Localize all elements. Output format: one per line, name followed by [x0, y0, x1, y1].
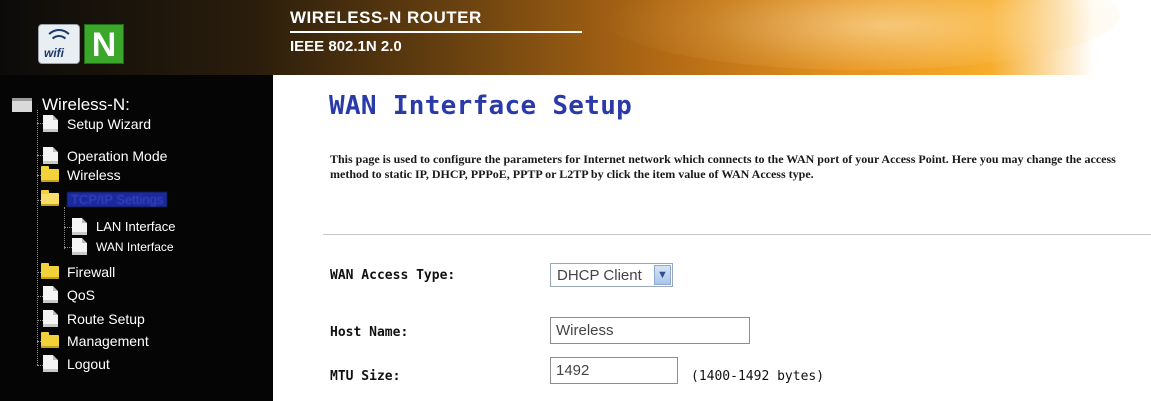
logo-letter-n: N	[84, 24, 124, 64]
sidebar-item-label: Route Setup	[67, 310, 145, 327]
folder-open-icon	[41, 190, 59, 206]
sidebar-item-label: Operation Mode	[67, 147, 168, 164]
sidebar-root-label: Wireless-N:	[42, 95, 130, 114]
sidebar-item-wireless[interactable]: Wireless	[41, 165, 121, 183]
wan-access-type-label: WAN Access Type:	[330, 268, 456, 283]
folder-icon	[41, 331, 59, 348]
section-divider	[323, 234, 1151, 235]
sidebar-item-label: Wireless	[67, 167, 121, 183]
page-description: This page is used to configure the param…	[330, 152, 1116, 181]
wifi-logo-icon: wifi	[38, 24, 80, 64]
sidebar-item-label: TCP/IP Settings	[67, 192, 168, 207]
folder-icon	[41, 165, 59, 182]
main-content: WAN Interface Setup This page is used to…	[273, 75, 1151, 401]
sidebar-item-label: Logout	[67, 355, 110, 372]
sidebar-item-wan-interface[interactable]: WAN Interface	[72, 238, 174, 255]
sidebar-item-setup-wizard[interactable]: Setup Wizard	[43, 115, 151, 132]
sidebar-item-tcpip-settings[interactable]: TCP/IP Settings	[41, 190, 168, 207]
mtu-size-hint: (1400-1492 bytes)	[691, 369, 825, 384]
router-icon	[12, 98, 32, 112]
sidebar-root-wireless-n[interactable]: Wireless-N:	[12, 95, 130, 115]
document-icon	[72, 218, 87, 235]
document-icon	[43, 286, 58, 303]
sidebar-item-logout[interactable]: Logout	[43, 355, 110, 372]
sidebar-nav: Wireless-N: Setup Wizard Operation Mode …	[0, 75, 273, 401]
product-standard: IEEE 802.1N 2.0	[290, 38, 402, 55]
wan-access-type-value: DHCP Client	[557, 266, 642, 284]
product-name: WIRELESS-N ROUTER	[290, 8, 482, 27]
sidebar-item-label: WAN Interface	[96, 239, 174, 254]
header-banner: WIRELESS-N ROUTER IEEE 802.1N 2.0	[0, 0, 1151, 75]
sidebar-item-operation-mode[interactable]: Operation Mode	[43, 147, 167, 164]
mtu-size-label: MTU Size:	[330, 369, 401, 384]
banner-divider	[290, 31, 582, 33]
sidebar-item-route-setup[interactable]: Route Setup	[43, 310, 145, 327]
document-icon	[72, 238, 87, 255]
host-name-field[interactable]	[550, 317, 750, 344]
banner-swoosh-decoration	[600, 0, 1120, 70]
sidebar-item-label: Setup Wizard	[67, 115, 152, 132]
document-icon	[43, 355, 58, 372]
document-icon	[43, 147, 58, 164]
wifi-n-logo: wifi N	[38, 22, 154, 66]
sidebar-item-label: QoS	[67, 286, 96, 303]
sidebar-item-management[interactable]: Management	[41, 331, 149, 349]
host-name-label: Host Name:	[330, 325, 409, 340]
wan-access-type-select[interactable]: DHCP Client ▼	[550, 263, 673, 287]
document-icon	[43, 115, 58, 132]
document-icon	[43, 310, 58, 327]
sidebar-item-label: Management	[67, 333, 149, 349]
folder-icon	[41, 262, 59, 279]
sidebar-item-firewall[interactable]: Firewall	[41, 262, 116, 280]
sidebar-item-label: LAN Interface	[96, 219, 176, 234]
sidebar-item-qos[interactable]: QoS	[43, 286, 95, 303]
page-title: WAN Interface Setup	[329, 91, 633, 121]
mtu-size-field[interactable]	[550, 357, 678, 384]
chevron-down-icon[interactable]: ▼	[654, 265, 671, 285]
sidebar-item-lan-interface[interactable]: LAN Interface	[72, 218, 176, 235]
sidebar-item-label: Firewall	[67, 264, 116, 280]
